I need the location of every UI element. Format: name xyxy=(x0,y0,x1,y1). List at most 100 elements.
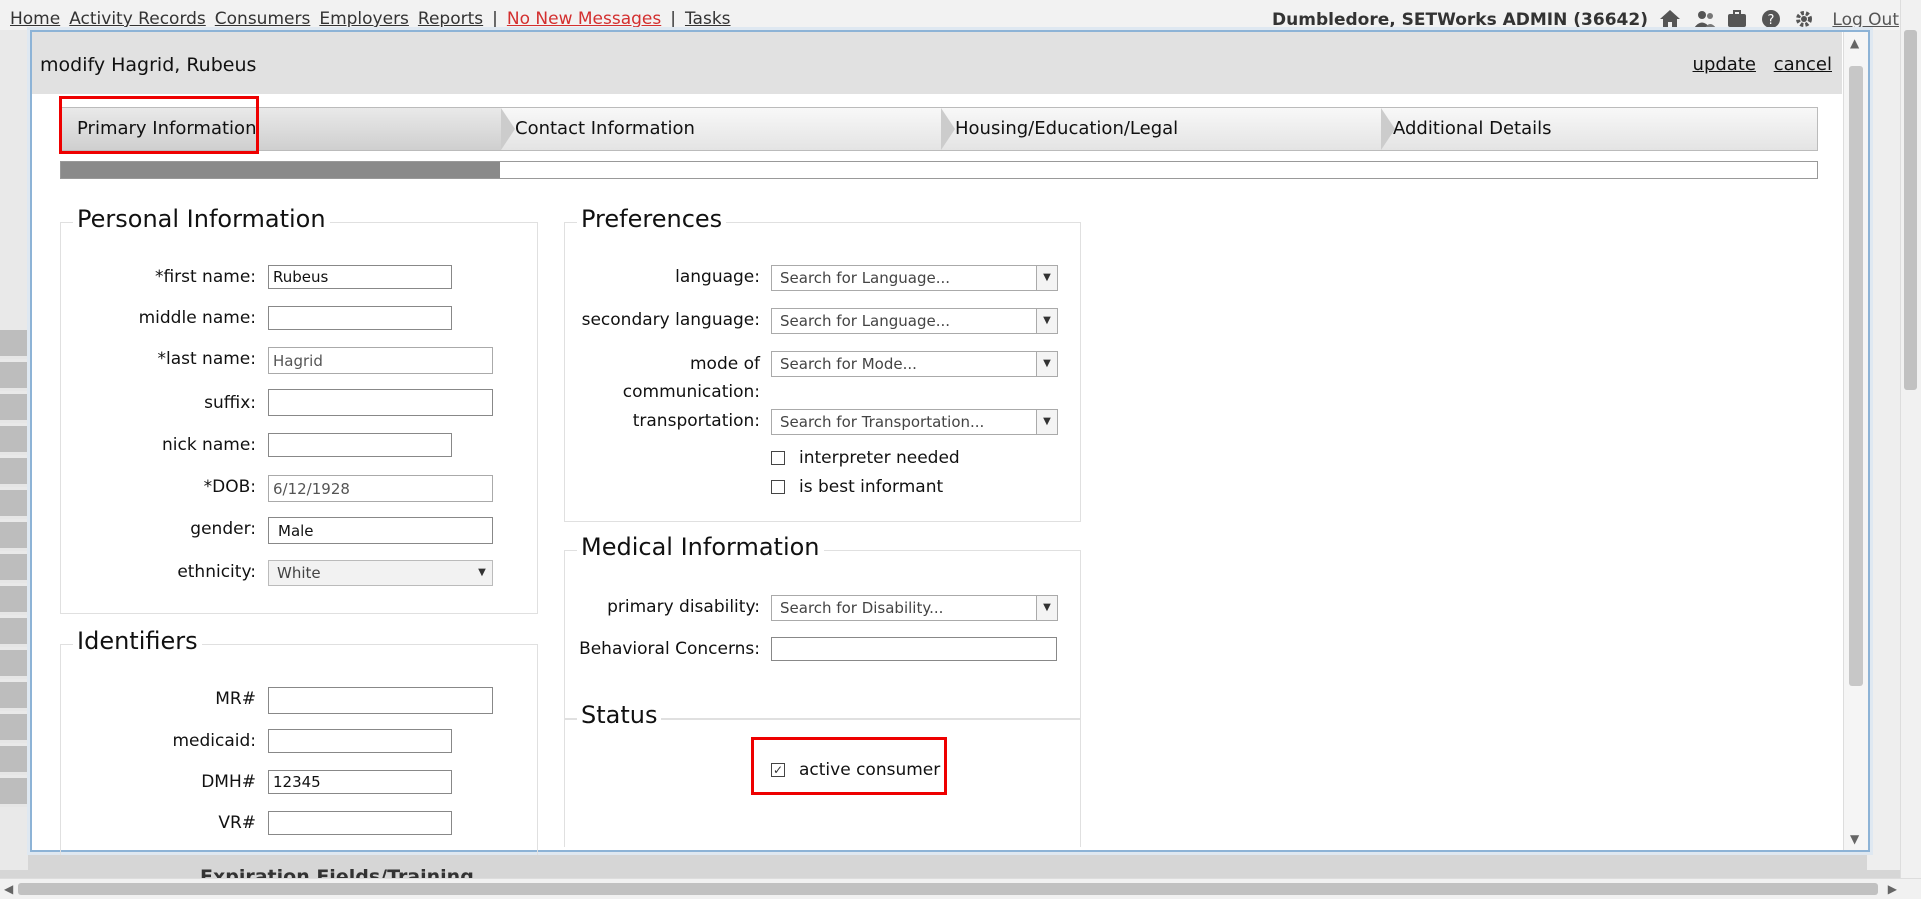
mode-label-line2: communication: xyxy=(622,382,760,402)
vr-label: VR# xyxy=(218,813,256,833)
nav-employers[interactable]: Employers xyxy=(319,9,409,29)
app-top-bar: Home Activity Records Consumers Employers Re… xyxy=(0,0,1921,30)
section-title: Status xyxy=(577,701,662,729)
scroll-left-icon[interactable]: ◀ xyxy=(4,882,13,896)
interpreter-checkbox[interactable] xyxy=(771,451,785,465)
nav-consumers[interactable]: Consumers xyxy=(215,9,311,29)
mr-label: MR# xyxy=(215,689,256,709)
background-right-panel xyxy=(1867,30,1901,870)
disability-placeholder: Search for Disability... xyxy=(780,599,944,617)
users-icon[interactable] xyxy=(1693,9,1717,29)
transportation-label: transportation: xyxy=(632,411,760,431)
primary-disability-select[interactable]: Search for Disability... ▼ xyxy=(771,595,1058,621)
nav-activity-records[interactable]: Activity Records xyxy=(69,9,206,29)
svg-text:?: ? xyxy=(1767,13,1774,28)
page-vertical-scrollbar[interactable] xyxy=(1900,0,1921,880)
gear-icon[interactable] xyxy=(1793,9,1817,29)
middle-name-input[interactable] xyxy=(268,306,452,330)
chevron-down-icon[interactable]: ▼ xyxy=(1036,352,1057,376)
bg-row xyxy=(0,426,28,455)
medicaid-input[interactable] xyxy=(268,729,452,753)
tab-contact-information[interactable]: Contact Information xyxy=(515,108,955,150)
mode-label-line1: mode of xyxy=(689,354,760,374)
transportation-placeholder: Search for Transportation... xyxy=(780,413,985,431)
scroll-thumb[interactable] xyxy=(1904,30,1917,390)
behavioral-concerns-label: Behavioral Concerns: xyxy=(579,639,760,659)
best-informant-checkbox[interactable] xyxy=(771,480,785,494)
home-icon[interactable] xyxy=(1659,9,1683,29)
briefcase-icon[interactable] xyxy=(1726,9,1750,29)
last-name-input[interactable] xyxy=(268,347,493,374)
mode-select[interactable]: Search for Mode... ▼ xyxy=(771,351,1058,377)
first-name-input[interactable] xyxy=(268,265,452,289)
secondary-language-placeholder: Search for Language... xyxy=(780,312,951,330)
scroll-thumb[interactable] xyxy=(1849,66,1863,686)
nick-name-label: nick name: xyxy=(161,435,256,455)
secondary-language-select[interactable]: Search for Language... ▼ xyxy=(771,308,1058,334)
tab-housing-education-legal[interactable]: Housing/Education/Legal xyxy=(955,108,1395,150)
chevron-down-icon[interactable]: ▼ xyxy=(1036,266,1057,290)
nav-messages[interactable]: No New Messages xyxy=(507,9,661,29)
highlight-primary-tab xyxy=(59,96,259,154)
chevron-down-icon[interactable]: ▼ xyxy=(1036,410,1057,434)
page-horizontal-scrollbar[interactable]: ◀ ▶ xyxy=(0,878,1921,899)
mr-input[interactable] xyxy=(268,687,493,714)
scroll-down-icon[interactable]: ▼ xyxy=(1850,832,1859,846)
bg-row xyxy=(0,458,28,487)
ethnicity-select[interactable]: White ▼ xyxy=(268,560,493,586)
nav-home[interactable]: Home xyxy=(10,9,60,29)
logout-link[interactable]: Log Out xyxy=(1832,10,1899,30)
preferences-section: Preferences language: Search for Languag… xyxy=(564,205,1081,522)
language-label: language: xyxy=(675,267,760,287)
cancel-link[interactable]: cancel xyxy=(1774,54,1832,75)
wizard-progress-bar xyxy=(60,161,1818,179)
dialog-vertical-scrollbar[interactable]: ▲ ▼ xyxy=(1843,32,1868,850)
user-name: Dumbledore, SETWorks ADMIN (36642) xyxy=(1272,10,1648,30)
update-link[interactable]: update xyxy=(1693,54,1756,75)
suffix-label: suffix: xyxy=(204,393,256,413)
tab-separator xyxy=(941,108,955,150)
bg-row xyxy=(0,778,28,807)
modify-consumer-dialog: modify Hagrid, Rubeus update cancel ▲ ▼ … xyxy=(30,30,1870,855)
scroll-right-icon[interactable]: ▶ xyxy=(1888,882,1897,896)
transportation-select[interactable]: Search for Transportation... ▼ xyxy=(771,409,1058,435)
nick-name-input[interactable] xyxy=(268,433,452,457)
chevron-down-icon[interactable]: ▼ xyxy=(1036,309,1057,333)
chevron-down-icon[interactable]: ▼ xyxy=(1036,596,1057,620)
medical-information-section: Medical Information primary disability: … xyxy=(564,533,1081,720)
behavioral-concerns-input[interactable] xyxy=(771,637,1057,661)
gender-label: gender: xyxy=(190,519,256,539)
bg-row xyxy=(0,330,28,359)
bg-row xyxy=(0,682,28,711)
vr-input[interactable] xyxy=(268,811,452,835)
scroll-thumb[interactable] xyxy=(18,883,1878,895)
ethnicity-value: White xyxy=(277,564,321,582)
personal-information-section: Personal Information *first name: middle… xyxy=(60,205,538,614)
dob-label: *DOB: xyxy=(203,477,256,497)
tab-label: Contact Information xyxy=(515,118,695,139)
language-select[interactable]: Search for Language... ▼ xyxy=(771,265,1058,291)
mode-placeholder: Search for Mode... xyxy=(780,355,917,373)
section-title: Personal Information xyxy=(73,205,330,233)
tab-label: Housing/Education/Legal xyxy=(955,118,1179,139)
dmh-input[interactable] xyxy=(268,770,452,794)
bg-row xyxy=(0,490,28,519)
nav-reports[interactable]: Reports xyxy=(418,9,483,29)
gender-input[interactable] xyxy=(268,517,493,544)
dialog-header: modify Hagrid, Rubeus update cancel xyxy=(32,32,1842,94)
tab-additional-details[interactable]: Additional Details xyxy=(1393,108,1813,150)
nav-separator: | xyxy=(492,9,498,29)
bg-row xyxy=(0,554,28,583)
language-placeholder: Search for Language... xyxy=(780,269,951,287)
suffix-input[interactable] xyxy=(268,389,493,416)
dob-input[interactable] xyxy=(268,475,493,502)
help-icon[interactable]: ? xyxy=(1760,9,1784,29)
scroll-up-icon[interactable]: ▲ xyxy=(1850,36,1859,50)
section-title: Medical Information xyxy=(577,533,824,561)
nav-tasks[interactable]: Tasks xyxy=(685,9,731,29)
first-name-label: *first name: xyxy=(154,267,256,287)
interpreter-label: interpreter needed xyxy=(799,448,960,468)
dmh-label: DMH# xyxy=(201,772,256,792)
main-nav: Home Activity Records Consumers Employers Re… xyxy=(10,9,740,29)
middle-name-label: middle name: xyxy=(138,308,256,328)
